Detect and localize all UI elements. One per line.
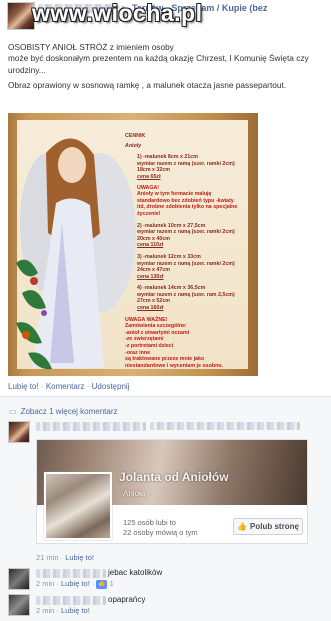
price-line: itd, drobne zdobienia tylko na specjalne xyxy=(137,204,238,211)
timestamp-blurred xyxy=(38,16,88,23)
price-line: 3) -malunek 12cm x 33cm xyxy=(137,253,201,260)
author-avatar[interactable] xyxy=(7,2,35,30)
post-text: OSOBISTY ANIOŁ STRÓŻ z imieniem osoby mo… xyxy=(8,42,323,95)
commenter-avatar[interactable] xyxy=(8,594,30,616)
comment-text-blurred xyxy=(150,422,300,430)
page-likes: 125 osób lubi to xyxy=(123,518,176,527)
facebook-post-card: www.wiocha.pl ▸ Tarnów - Sprzedam / Kupi… xyxy=(0,0,331,621)
comment-time[interactable]: 21 min xyxy=(36,553,59,562)
post-actions: Lubię to! · Komentarz · Udostępnij xyxy=(8,382,129,391)
like-count[interactable]: 1 xyxy=(110,579,114,588)
flower xyxy=(41,310,47,316)
more-comments-label: Zobacz 1 więcej komentarz xyxy=(20,407,118,416)
author-name-blurred[interactable] xyxy=(38,4,118,13)
commenter-name-blurred[interactable] xyxy=(36,569,106,578)
comment-meta: 2 min · Lubię to! · 👍 1 xyxy=(36,579,114,589)
comment-like-link[interactable]: Lubię to! xyxy=(65,553,94,562)
comment-icon: ▭ xyxy=(9,407,17,416)
page-talking: 22 osoby mówią o tym xyxy=(123,528,198,537)
group-link[interactable]: Tarnów - Sprzedam / Kupie (bez xyxy=(132,3,267,13)
price-line: cena 160zł xyxy=(137,305,164,312)
price-line: 24cm x 47cm xyxy=(137,267,170,274)
price-line: -ze zwierzętami xyxy=(125,336,164,343)
price-line: wymiar razem z ramą (szer. ram 2,5cm) xyxy=(137,291,235,298)
page-category: Anioła xyxy=(123,489,146,498)
price-line: UWAGA WAŻNE! xyxy=(125,316,168,323)
comment-time[interactable]: 2 min xyxy=(36,579,54,588)
like-link[interactable]: Lubię to! xyxy=(8,382,39,391)
price-line: 18cm x 32cm xyxy=(137,167,170,174)
post-line: Obraz oprawiony w sosnową ramkę , a malu… xyxy=(8,79,287,90)
price-line: cena 65zł xyxy=(137,173,161,180)
price-line: 2) -malunek 10cm x 27,5cm xyxy=(137,222,206,229)
commenter-name-blurred[interactable] xyxy=(36,596,106,605)
price-line: UWAGA! xyxy=(137,184,160,191)
arrow-icon: ▸ xyxy=(122,3,127,12)
post-line: może być doskonałym prezentem na każdą o… xyxy=(8,53,309,75)
page-name[interactable]: Jolanta od Aniołów xyxy=(119,470,229,484)
comment-text: opaprańcy xyxy=(108,595,146,604)
thumbs-up-icon: 👍 xyxy=(237,522,248,531)
page-profile-picture[interactable] xyxy=(44,472,112,540)
price-line: cena 130zł xyxy=(137,273,164,280)
flower xyxy=(22,331,30,339)
price-line: Anioły w tym formacie maluję xyxy=(137,191,212,198)
page-link-card[interactable]: Jolanta od Aniołów Anioła 125 osób lubi … xyxy=(36,439,308,544)
price-line: wymiar razem z ramą (szer. ramki 2cm) xyxy=(137,229,235,236)
price-line: cena 110zł xyxy=(137,242,164,249)
price-line: wymiar razem z ramą (szer. ramki 2cm) xyxy=(137,260,235,267)
price-line: wymiar razem z ramą (szer. ramki 2cm) xyxy=(137,160,235,167)
price-line: są traktowane przeze mnie jako xyxy=(125,356,205,363)
price-title: CENNIK xyxy=(125,133,146,139)
like-count-icon: 👍 xyxy=(96,579,108,589)
flower xyxy=(30,277,38,285)
comment-time[interactable]: 2 min xyxy=(36,606,54,615)
comment-meta: 21 min · Lubię to! xyxy=(36,553,94,562)
price-line: Zamówienia szczególne: xyxy=(125,323,187,330)
price-line: standardowo bez zdobień typu -kwiaty xyxy=(137,197,234,204)
comment-like-link[interactable]: Lubię to! xyxy=(61,579,90,588)
post-line: OSOBISTY ANIOŁ STRÓŻ z imieniem osoby xyxy=(8,42,174,52)
price-line: życzenie! xyxy=(137,210,161,217)
commenter-name-blurred[interactable] xyxy=(36,422,146,431)
price-list: CENNIK Anioły 1) -malunek 8cm x 21cm wym… xyxy=(125,133,250,369)
comment-like-link[interactable]: Lubię to! xyxy=(61,606,90,615)
share-link[interactable]: Udostępnij xyxy=(92,382,130,391)
angel-face xyxy=(58,147,86,183)
price-line: 20cm x 40cm xyxy=(137,235,170,242)
commenter-avatar[interactable] xyxy=(8,421,30,443)
like-page-button[interactable]: 👍 Polub stronę xyxy=(233,518,303,535)
price-line: -z portretami dzieci xyxy=(125,343,174,350)
price-line: -oraz inne xyxy=(125,349,151,356)
price-subtitle: Anioły xyxy=(125,142,142,149)
price-line: niestandardowe i wyceniam je osobno. xyxy=(125,362,224,369)
comment-link[interactable]: Komentarz xyxy=(46,382,85,391)
price-line: 27cm x 52cm xyxy=(137,298,170,305)
view-more-comments[interactable]: ▭ Zobacz 1 więcej komentarz xyxy=(9,407,118,416)
price-line: 4) -malunek 14cm x 36,5cm xyxy=(137,285,206,292)
price-line: -anioł z otwartymi oczami xyxy=(125,329,190,336)
commenter-avatar[interactable] xyxy=(8,568,30,590)
like-page-label: Polub stronę xyxy=(250,522,299,531)
post-photo[interactable]: CENNIK Anioły 1) -malunek 8cm x 21cm wym… xyxy=(8,113,258,376)
comment-text: jebac katolików xyxy=(108,568,163,577)
comment-meta: 2 min · Lubię to! xyxy=(36,606,90,615)
price-line: 1) -malunek 8cm x 21cm xyxy=(137,154,198,161)
